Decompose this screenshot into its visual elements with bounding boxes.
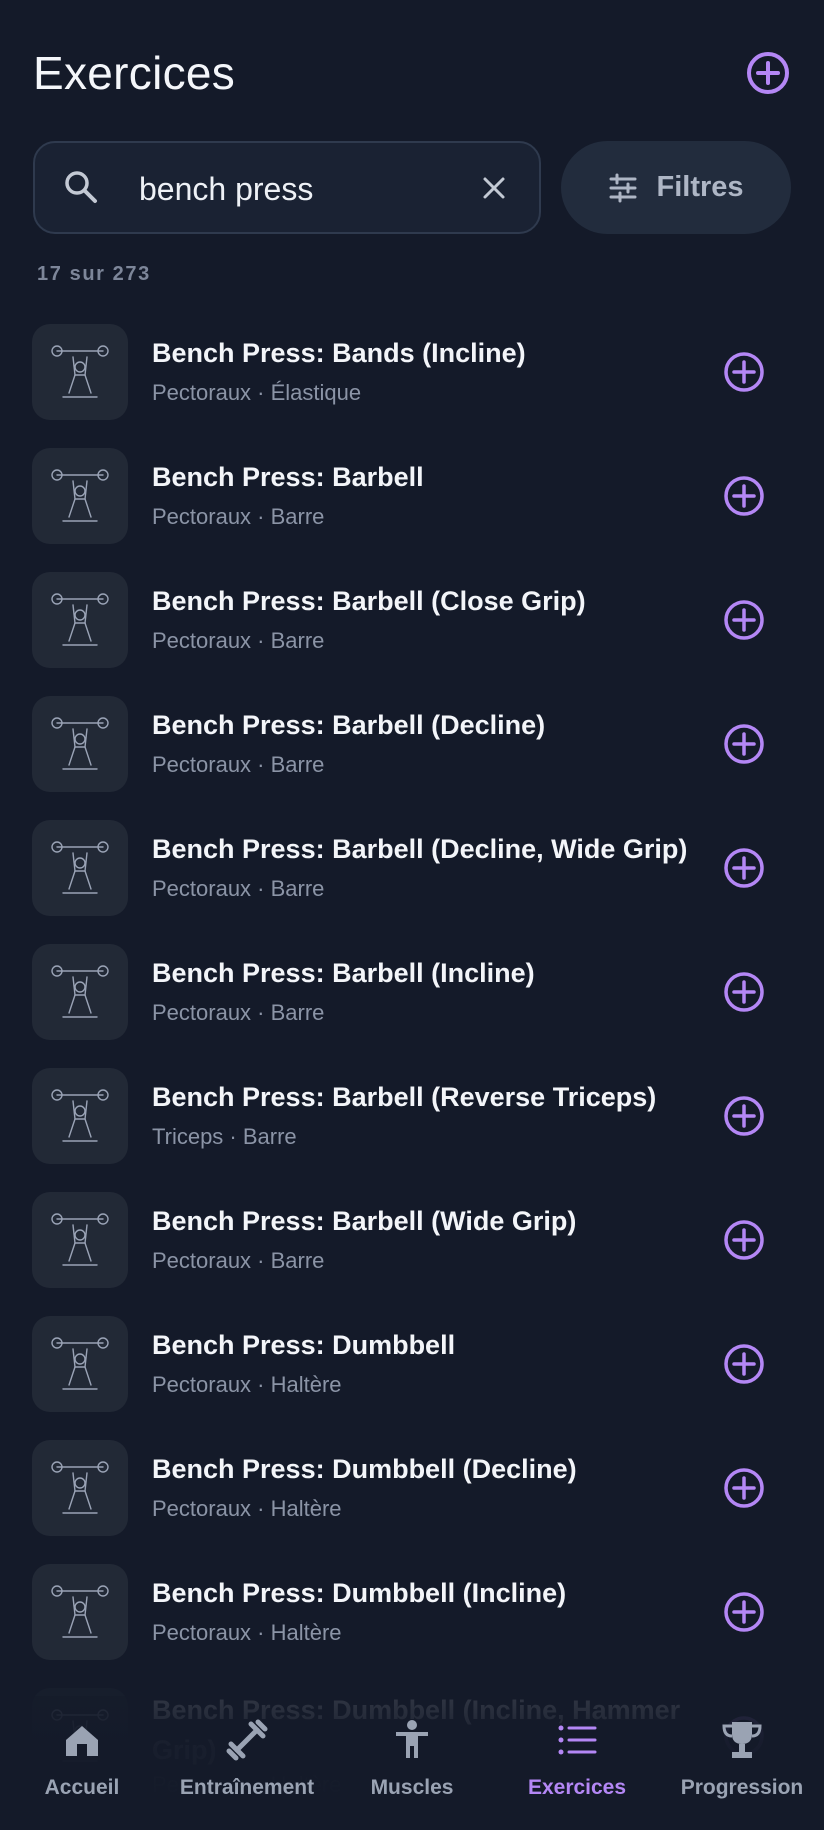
exercise-illustration-icon <box>51 1213 109 1266</box>
exercise-name: Bench Press: Dumbbell <box>152 1330 456 1360</box>
exercise-name: Bench Press: Barbell <box>152 462 424 492</box>
exercise-row[interactable]: Bench Press: Dumbbell Pectoraux · Haltère <box>0 1302 824 1426</box>
exercise-thumbnail <box>32 1192 128 1288</box>
exercise-row[interactable]: Bench Press: Barbell (Reverse Triceps) Tr… <box>0 1054 824 1178</box>
bottom-nav: Accueil Entraînement Muscles Exercices Progr… <box>0 1696 824 1830</box>
add-exercise-icon[interactable] <box>722 1466 766 1510</box>
nav-label: Exercices <box>527 1776 627 1799</box>
add-exercise-icon[interactable] <box>722 350 766 394</box>
nav-label: Muscles <box>370 1776 454 1799</box>
exercise-meta: Pectoraux · Haltère <box>152 1620 342 1645</box>
exercise-illustration-icon <box>51 965 109 1018</box>
exercise-thumbnail <box>32 1068 128 1164</box>
exercise-illustration-icon <box>51 469 109 522</box>
exercise-list: Bench Press: Bands (Incline) Pectoraux · … <box>0 310 824 1798</box>
exercise-row[interactable]: Bench Press: Barbell (Decline, Wide Grip… <box>0 806 824 930</box>
nav-item-muscles[interactable]: Muscles <box>330 1718 494 1828</box>
add-exercise-icon[interactable] <box>722 1590 766 1634</box>
exercise-thumbnail <box>32 1316 128 1412</box>
add-exercise-icon[interactable] <box>722 474 766 518</box>
exercise-row[interactable]: Bench Press: Dumbbell (Incline) Pectoraux… <box>0 1550 824 1674</box>
exercise-name: Bench Press: Barbell (Decline, Wide Grip… <box>152 834 688 864</box>
exercise-meta: Pectoraux · Barre <box>152 628 325 653</box>
person-icon <box>396 1720 428 1758</box>
nav-label: Accueil <box>44 1776 120 1799</box>
exercise-row[interactable]: Bench Press: Dumbbell (Decline) Pectoraux… <box>0 1426 824 1550</box>
nav-label: Progression <box>680 1776 804 1799</box>
nav-item-progression[interactable]: Progression <box>660 1718 824 1828</box>
result-count: 17 sur 273 <box>37 263 151 285</box>
list-icon <box>558 1725 597 1755</box>
exercise-name: Bench Press: Dumbbell (Incline) <box>152 1578 567 1608</box>
exercise-thumbnail <box>32 696 128 792</box>
exercise-meta: Pectoraux · Barre <box>152 1248 325 1273</box>
exercise-illustration-icon <box>51 841 109 894</box>
exercise-thumbnail <box>32 1440 128 1536</box>
add-exercise-icon[interactable] <box>722 970 766 1014</box>
add-exercise-icon[interactable] <box>722 722 766 766</box>
exercise-illustration-icon <box>51 1585 109 1638</box>
exercise-name: Bench Press: Barbell (Close Grip) <box>152 586 586 616</box>
exercise-meta: Pectoraux · Haltère <box>152 1372 342 1397</box>
exercise-meta: Pectoraux · Barre <box>152 752 325 777</box>
exercise-row[interactable]: Bench Press: Barbell (Wide Grip) Pectorau… <box>0 1178 824 1302</box>
exercise-meta: Pectoraux · Haltère <box>152 1496 342 1521</box>
exercise-name: Bench Press: Dumbbell (Decline) <box>152 1454 577 1484</box>
exercise-name: Bench Press: Barbell (Reverse Triceps) <box>152 1082 657 1112</box>
plus-circle-icon[interactable] <box>745 50 791 96</box>
exercise-illustration-icon <box>51 1461 109 1514</box>
add-exercise-icon[interactable] <box>722 598 766 642</box>
exercise-illustration-icon <box>51 1089 109 1142</box>
exercise-illustration-icon <box>51 593 109 646</box>
nav-item-exercices[interactable]: Exercices <box>495 1718 659 1828</box>
exercise-illustration-icon <box>51 345 109 398</box>
exercise-meta: Pectoraux · Élastique <box>152 380 362 405</box>
exercise-thumbnail <box>32 324 128 420</box>
exercise-row[interactable]: Bench Press: Barbell (Close Grip) Pectora… <box>0 558 824 682</box>
nav-item-entraînement[interactable]: Entraînement <box>165 1718 329 1828</box>
nav-item-accueil[interactable]: Accueil <box>0 1718 164 1828</box>
close-icon[interactable] <box>479 173 509 203</box>
exercise-row[interactable]: Bench Press: Barbell Pectoraux · Barre <box>0 434 824 558</box>
exercise-row[interactable]: Bench Press: Bands (Incline) Pectoraux · … <box>0 310 824 434</box>
exercise-name: Bench Press: Barbell (Incline) <box>152 958 535 988</box>
exercise-thumbnail <box>32 448 128 544</box>
exercise-meta: Pectoraux · Barre <box>152 504 325 529</box>
exercise-name: Bench Press: Barbell (Decline) <box>152 710 546 740</box>
dumbbell-icon <box>226 1719 268 1761</box>
exercise-illustration-icon <box>51 717 109 770</box>
exercise-meta: Pectoraux · Barre <box>152 876 325 901</box>
exercise-thumbnail <box>32 572 128 668</box>
search-input[interactable] <box>137 163 461 215</box>
home-icon <box>66 1726 98 1756</box>
page-title: Exercices <box>33 47 236 99</box>
search-box <box>33 141 541 234</box>
add-exercise-icon[interactable] <box>722 1094 766 1138</box>
exercise-illustration-icon <box>51 1337 109 1390</box>
exercise-thumbnail <box>32 1564 128 1660</box>
exercise-meta: Pectoraux · Barre <box>152 1000 325 1025</box>
exercise-name: Bench Press: Bands (Incline) <box>152 338 526 368</box>
nav-label: Entraînement <box>179 1776 315 1799</box>
add-exercise-icon[interactable] <box>722 1342 766 1386</box>
trophy-icon <box>722 1722 762 1758</box>
exercise-name: Bench Press: Barbell (Wide Grip) <box>152 1206 577 1236</box>
exercise-thumbnail <box>32 820 128 916</box>
tune-icon <box>609 173 637 202</box>
exercise-row[interactable]: Bench Press: Barbell (Decline) Pectoraux … <box>0 682 824 806</box>
add-exercise-icon[interactable] <box>722 1218 766 1262</box>
exercise-row[interactable]: Bench Press: Barbell (Incline) Pectoraux … <box>0 930 824 1054</box>
exercise-thumbnail <box>32 944 128 1040</box>
add-exercise-icon[interactable] <box>722 846 766 890</box>
filters-label: Filtres <box>656 171 744 203</box>
exercise-meta: Triceps · Barre <box>152 1124 297 1149</box>
header: Exercices <box>33 40 791 104</box>
filters-button[interactable]: Filtres <box>561 141 791 234</box>
search-icon <box>65 171 97 203</box>
